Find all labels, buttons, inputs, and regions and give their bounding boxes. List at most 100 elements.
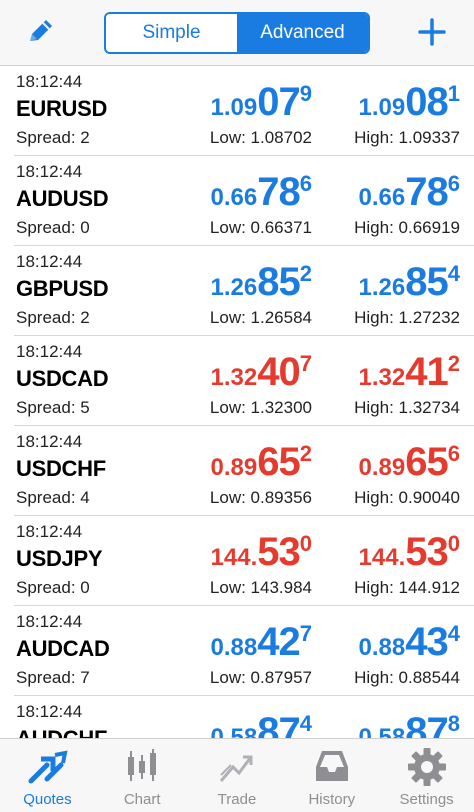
quote-time: 18:12:44 — [16, 432, 83, 451]
quote-spread: Spread: 0 — [16, 218, 90, 237]
quote-row[interactable]: 18:12:44 GBPUSD Spread: 2 1.26852 1.26854 Low… — [14, 246, 474, 336]
quote-time: 18:12:44 — [16, 702, 83, 721]
ask-price-pips: 41 — [405, 350, 448, 394]
ask-price-prefix: 144. — [358, 544, 406, 571]
add-symbol-button[interactable] — [412, 12, 452, 52]
bid-price-fraction: 2 — [299, 261, 312, 286]
view-mode-segmented-control: Simple Advanced — [104, 12, 370, 54]
edit-button[interactable] — [22, 14, 58, 50]
ask-price-pips: 65 — [405, 440, 448, 484]
quote-row[interactable]: 18:12:44 AUDUSD Spread: 0 0.66786 0.66786 Low… — [14, 156, 474, 246]
quote-time: 18:12:44 — [16, 342, 83, 361]
quote-spread: Spread: 0 — [16, 578, 90, 597]
quote-low: Low: 0.66371 — [209, 218, 312, 237]
ask-price-fraction: 6 — [447, 171, 460, 196]
history-icon — [315, 751, 348, 781]
bid-price-pips: 40 — [257, 350, 300, 394]
tab-chart[interactable]: Chart — [95, 739, 190, 812]
ask-price-fraction: 0 — [447, 531, 460, 556]
quote-row[interactable]: 18:12:44 USDCAD Spread: 5 1.32407 1.32412 Low… — [14, 336, 474, 426]
bid-price: 1.09079 — [211, 82, 312, 122]
ask-price-prefix: 0.66 — [358, 184, 406, 211]
pencil-icon — [30, 20, 52, 41]
quotes-list[interactable]: 18:12:44 EURUSD Spread: 2 1.09079 1.09081 Low… — [0, 66, 474, 738]
ask-price-prefix: 1.09 — [358, 94, 406, 121]
bid-price-fraction: 2 — [299, 441, 312, 466]
quote-low: Low: 1.08702 — [209, 128, 312, 147]
bid-price-fraction: 7 — [299, 351, 312, 376]
bid-price-fraction: 9 — [299, 81, 312, 106]
bid-price: 0.88427 — [211, 622, 312, 662]
quote-time: 18:12:44 — [16, 612, 83, 631]
bid-price-pips: 78 — [257, 170, 300, 214]
quote-low: Low: 1.32300 — [209, 398, 312, 417]
bid-price-prefix: 0.89 — [210, 454, 258, 481]
ask-price-pips: 53 — [405, 530, 448, 574]
ask-price-prefix: 0.58 — [358, 724, 406, 739]
bid-price-prefix: 1.26 — [210, 274, 258, 301]
bid-price-fraction: 0 — [299, 531, 312, 556]
bid-price: 0.58874 — [211, 712, 312, 738]
quote-low: Low: 1.26584 — [209, 308, 312, 327]
ask-price-pips: 87 — [405, 710, 448, 738]
ask-price: 1.09081 — [359, 82, 460, 122]
quote-time: 18:12:44 — [16, 162, 83, 181]
ask-price-prefix: 1.32 — [358, 364, 406, 391]
segment-advanced[interactable]: Advanced — [237, 14, 368, 52]
bid-price: 144.530 — [211, 532, 312, 572]
quote-row[interactable]: 18:12:44 USDJPY Spread: 0 144.530 144.530 Low… — [14, 516, 474, 606]
ask-price-pips: 78 — [405, 170, 448, 214]
quote-row[interactable]: 18:12:44AUDCHF0.588740.58878 — [14, 696, 474, 738]
bid-price-prefix: 1.09 — [210, 94, 258, 121]
bid-price-prefix: 144. — [210, 544, 258, 571]
ask-price: 1.26854 — [359, 262, 460, 302]
tab-trade[interactable]: Trade — [190, 739, 285, 812]
quotes-icon — [28, 750, 68, 784]
trade-icon — [219, 755, 253, 782]
quote-symbol: GBPUSD — [16, 276, 109, 301]
ask-price-pips: 43 — [405, 620, 448, 664]
quote-symbol: USDCAD — [16, 366, 109, 391]
quote-high: High: 0.90040 — [354, 488, 460, 507]
bid-price-fraction: 4 — [299, 711, 312, 736]
ask-price-pips: 85 — [405, 260, 448, 304]
quote-high: High: 1.09337 — [354, 128, 460, 147]
quote-high: High: 1.32734 — [354, 398, 460, 417]
bid-price-pips: 53 — [257, 530, 300, 574]
bid-price-pips: 07 — [257, 80, 300, 124]
tab-quotes[interactable]: Quotes — [0, 739, 95, 812]
quote-time: 18:12:44 — [16, 252, 83, 271]
ask-price-fraction: 4 — [447, 261, 460, 286]
quote-time: 18:12:44 — [16, 72, 83, 91]
quote-spread: Spread: 7 — [16, 668, 90, 687]
bid-price-fraction: 6 — [299, 171, 312, 196]
bid-price: 0.66786 — [211, 172, 312, 212]
quote-spread: Spread: 4 — [16, 488, 90, 507]
quote-high: High: 0.88544 — [354, 668, 460, 687]
quote-high: High: 144.912 — [354, 578, 460, 597]
settings-icon — [407, 748, 446, 786]
tab-chart-label: Chart — [123, 791, 161, 808]
ask-price: 0.58878 — [359, 712, 460, 738]
quote-symbol: AUDUSD — [16, 186, 109, 211]
ask-price-fraction: 2 — [447, 351, 460, 376]
quote-row[interactable]: 18:12:44 USDCHF Spread: 4 0.89652 0.89656 Low… — [14, 426, 474, 516]
quote-symbol: EURUSD — [16, 96, 108, 121]
ask-price: 0.88434 — [359, 622, 460, 662]
bid-price: 1.26852 — [211, 262, 312, 302]
bid-price-fraction: 7 — [299, 621, 312, 646]
ask-price-fraction: 1 — [447, 81, 460, 106]
tab-history[interactable]: History — [284, 739, 379, 812]
quote-time: 18:12:44 — [16, 522, 83, 541]
bid-price-pips: 42 — [257, 620, 300, 664]
ask-price-fraction: 6 — [447, 441, 460, 466]
quote-row[interactable]: 18:12:44 AUDCAD Spread: 7 0.88427 0.88434 Low… — [14, 606, 474, 696]
ask-price-prefix: 1.26 — [358, 274, 406, 301]
quote-row[interactable]: 18:12:44 EURUSD Spread: 2 1.09079 1.09081 Low… — [14, 66, 474, 156]
tab-settings[interactable]: Settings — [379, 739, 474, 812]
quote-low: Low: 0.89356 — [209, 488, 312, 507]
quote-high: High: 1.27232 — [354, 308, 460, 327]
segment-simple[interactable]: Simple — [106, 14, 237, 52]
ask-price-pips: 08 — [405, 80, 448, 124]
quote-symbol: AUDCHF — [16, 726, 107, 738]
